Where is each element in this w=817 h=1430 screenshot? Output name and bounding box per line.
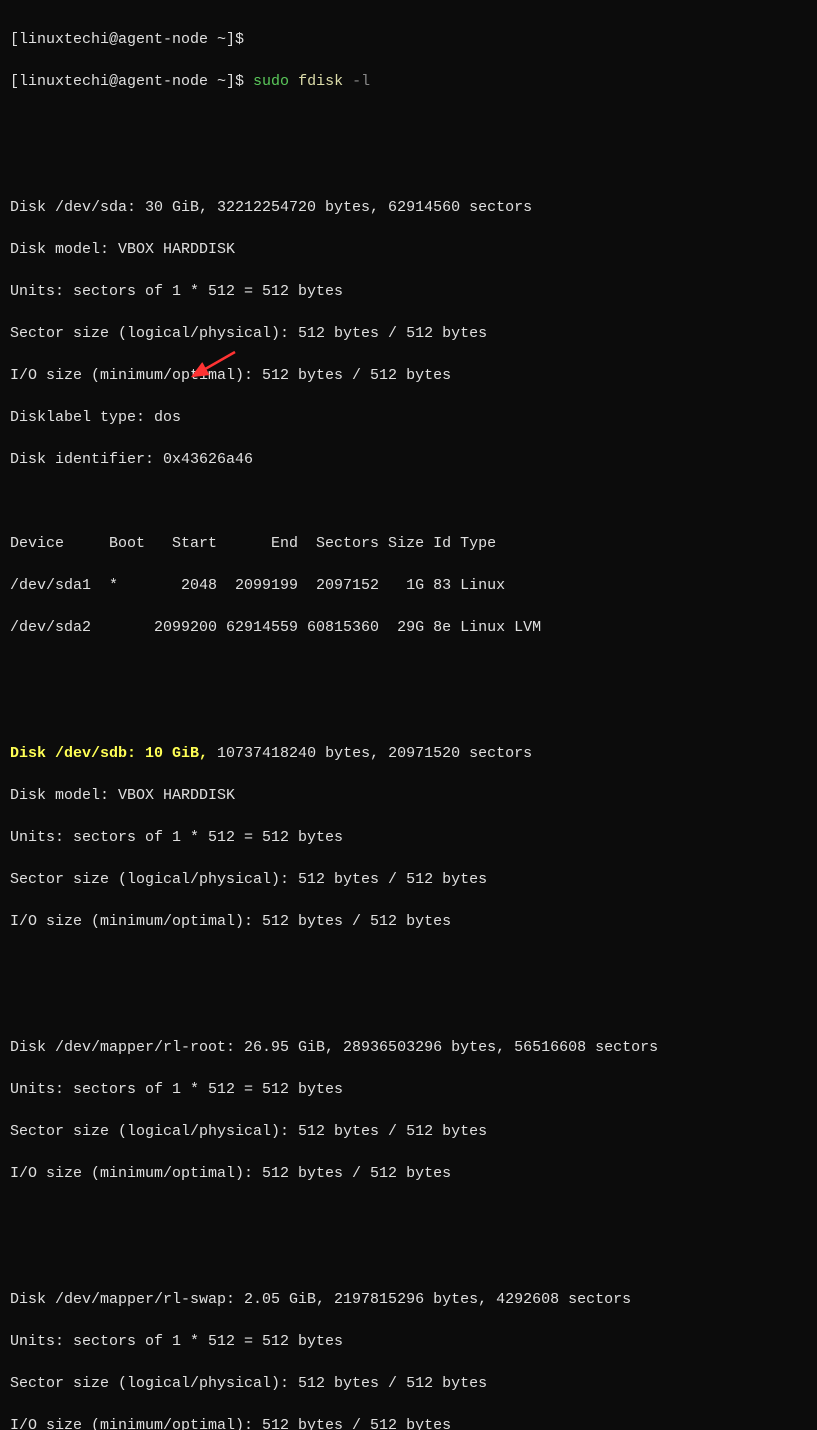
disk-sdb-rest: 10737418240 bytes, 20971520 sectors xyxy=(208,745,532,762)
prompt-line-2: [linuxtechi@agent-node ~]$ sudo fdisk -l xyxy=(10,71,807,92)
disk-sdb-header: Disk /dev/sdb: 10 GiB, 10737418240 bytes… xyxy=(10,743,807,764)
disk-sdb-units: Units: sectors of 1 * 512 = 512 bytes xyxy=(10,827,807,848)
disk-rlswap-units: Units: sectors of 1 * 512 = 512 bytes xyxy=(10,1331,807,1352)
prompt-text: [linuxtechi@agent-node ~]$ xyxy=(10,73,253,90)
partition-row-sda2: /dev/sda2 2099200 62914559 60815360 29G … xyxy=(10,617,807,638)
blank-line xyxy=(10,659,807,680)
disk-rlroot-units: Units: sectors of 1 * 512 = 512 bytes xyxy=(10,1079,807,1100)
disk-sda-identifier: Disk identifier: 0x43626a46 xyxy=(10,449,807,470)
disk-sda-model: Disk model: VBOX HARDDISK xyxy=(10,239,807,260)
blank-line xyxy=(10,491,807,512)
command-sudo: sudo xyxy=(253,73,289,90)
disk-rlroot-sector: Sector size (logical/physical): 512 byte… xyxy=(10,1121,807,1142)
partition-table-header: Device Boot Start End Sectors Size Id Ty… xyxy=(10,533,807,554)
disk-sda-label: Disklabel type: dos xyxy=(10,407,807,428)
blank-line xyxy=(10,1247,807,1268)
disk-rlroot-header: Disk /dev/mapper/rl-root: 26.95 GiB, 289… xyxy=(10,1037,807,1058)
disk-sda-sector: Sector size (logical/physical): 512 byte… xyxy=(10,323,807,344)
prompt-text: [linuxtechi@agent-node ~]$ xyxy=(10,31,244,48)
disk-rlroot-io: I/O size (minimum/optimal): 512 bytes / … xyxy=(10,1163,807,1184)
disk-sdb-io: I/O size (minimum/optimal): 512 bytes / … xyxy=(10,911,807,932)
blank-line xyxy=(10,113,807,134)
disk-sdb-highlight: Disk /dev/sdb: 10 GiB, xyxy=(10,745,208,762)
partition-row-sda1: /dev/sda1 * 2048 2099199 2097152 1G 83 L… xyxy=(10,575,807,596)
disk-rlswap-sector: Sector size (logical/physical): 512 byte… xyxy=(10,1373,807,1394)
terminal-output[interactable]: [linuxtechi@agent-node ~]$ [linuxtechi@a… xyxy=(10,8,807,1430)
command-fdisk: fdisk xyxy=(298,73,343,90)
disk-sda-io: I/O size (minimum/optimal): 512 bytes / … xyxy=(10,365,807,386)
disk-sda-units: Units: sectors of 1 * 512 = 512 bytes xyxy=(10,281,807,302)
command-flag: -l xyxy=(352,73,370,90)
blank-line xyxy=(10,953,807,974)
blank-line xyxy=(10,155,807,176)
disk-sda-header: Disk /dev/sda: 30 GiB, 32212254720 bytes… xyxy=(10,197,807,218)
disk-rlswap-header: Disk /dev/mapper/rl-swap: 2.05 GiB, 2197… xyxy=(10,1289,807,1310)
prompt-line-1: [linuxtechi@agent-node ~]$ xyxy=(10,29,807,50)
blank-line xyxy=(10,1205,807,1226)
disk-rlswap-io: I/O size (minimum/optimal): 512 bytes / … xyxy=(10,1415,807,1430)
disk-sdb-sector: Sector size (logical/physical): 512 byte… xyxy=(10,869,807,890)
blank-line xyxy=(10,701,807,722)
disk-sdb-model: Disk model: VBOX HARDDISK xyxy=(10,785,807,806)
blank-line xyxy=(10,995,807,1016)
